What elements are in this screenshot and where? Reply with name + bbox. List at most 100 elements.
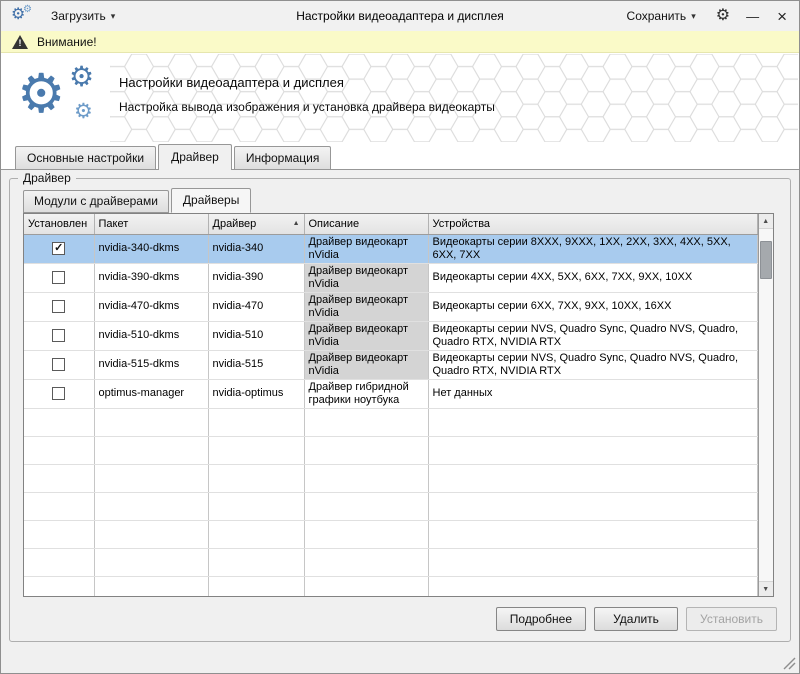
close-button[interactable]: × [775, 8, 789, 25]
devices-cell: Видеокарты серии NVS, Quadro Sync, Quadr… [428, 350, 757, 379]
column-header-devices[interactable]: Устройства [428, 214, 757, 234]
titlebar: ⚙ ⚙ Загрузить ▾ Настройки видеоадаптера … [1, 1, 799, 31]
gear-icon: ⚙ [23, 5, 32, 15]
tab-drivers[interactable]: Драйверы [171, 188, 251, 213]
description-cell: Драйвер видеокарт nVidia [304, 292, 428, 321]
driver-groupbox: Драйвер Модули с драйверами Драйверы Уст… [9, 178, 791, 642]
footer-buttons: Подробнее Удалить Установить [23, 607, 777, 631]
main-tabbar: Основные настройки Драйвер Информация [1, 143, 799, 169]
column-header-label: Устройства [433, 218, 491, 230]
driver-cell: nvidia-515 [208, 350, 304, 379]
package-cell: nvidia-510-dkms [94, 321, 208, 350]
minimize-button[interactable]: — [744, 10, 761, 23]
window-title: Настройки видеоадаптера и дисплея [121, 9, 679, 23]
table-empty-row [24, 520, 757, 548]
devices-cell: Нет данных [428, 379, 757, 408]
driver-cell: nvidia-510 [208, 321, 304, 350]
installed-checkbox[interactable] [52, 300, 65, 313]
column-header-label: Установлен [28, 218, 87, 230]
drivers-table-frame: Установлен Пакет Драйвер ▲ Описание Устро… [23, 213, 774, 597]
remove-button[interactable]: Удалить [594, 607, 678, 631]
column-header-label: Описание [309, 218, 360, 230]
status-bar [1, 649, 799, 673]
titlebar-right-controls: Сохранить ▾ ⚙ — × [621, 6, 789, 26]
installed-checkbox[interactable] [52, 358, 65, 371]
tab-driver-modules[interactable]: Модули с драйверами [23, 190, 169, 213]
scrollbar-track[interactable] [759, 229, 774, 581]
vertical-scrollbar[interactable]: ▲ ▼ [758, 214, 774, 596]
scroll-down-button[interactable]: ▼ [759, 581, 774, 596]
gear-icon: ⚙ [17, 67, 65, 121]
sort-ascending-icon: ▲ [293, 220, 300, 227]
table-empty-row [24, 436, 757, 464]
warning-triangle-icon: ! [12, 35, 28, 49]
column-header-driver[interactable]: Драйвер ▲ [208, 214, 304, 234]
tab-information[interactable]: Информация [234, 146, 331, 169]
table-row[interactable]: nvidia-470-dkms nvidia-470 Драйвер видео… [24, 292, 757, 321]
package-cell: nvidia-470-dkms [94, 292, 208, 321]
package-cell: nvidia-515-dkms [94, 350, 208, 379]
column-header-label: Пакет [99, 218, 129, 230]
page-title: Настройки видеоадаптера и дисплея [119, 75, 495, 90]
devices-cell: Видеокарты серии 6XX, 7XX, 9XX, 10XX, 16… [428, 292, 757, 321]
devices-cell: Видеокарты серии 8XXX, 9XXX, 1XX, 2XX, 3… [428, 234, 757, 263]
table-row[interactable]: nvidia-390-dkms nvidia-390 Драйвер видео… [24, 263, 757, 292]
description-cell: Драйвер видеокарт nVidia [304, 263, 428, 292]
column-header-description[interactable]: Описание [304, 214, 428, 234]
inner-tabbar: Модули с драйверами Драйверы [23, 189, 777, 213]
description-cell: Драйвер видеокарт nVidia [304, 234, 428, 263]
gear-icon: ⚙ [74, 101, 93, 122]
installed-checkbox[interactable] [52, 329, 65, 342]
description-cell: Драйвер гибридной графики ноутбука [304, 379, 428, 408]
table-row[interactable]: nvidia-510-dkms nvidia-510 Драйвер видео… [24, 321, 757, 350]
details-button[interactable]: Подробнее [496, 607, 586, 631]
warning-banner: ! Внимание! [1, 31, 799, 53]
table-empty-row [24, 548, 757, 576]
tab-driver[interactable]: Драйвер [158, 144, 232, 170]
load-button[interactable]: Загрузить ▾ [45, 6, 121, 26]
installed-checkbox[interactable] [52, 271, 65, 284]
gear-icon: ⚙ [69, 63, 94, 91]
table-empty-row [24, 408, 757, 436]
column-header-installed[interactable]: Установлен [24, 214, 94, 234]
page-subtitle: Настройка вывода изображения и установка… [119, 100, 495, 114]
installed-checkbox[interactable] [52, 387, 65, 400]
table-row[interactable]: nvidia-515-dkms nvidia-515 Драйвер видео… [24, 350, 757, 379]
table-header-row: Установлен Пакет Драйвер ▲ Описание Устро… [24, 214, 757, 234]
driver-cell: nvidia-optimus [208, 379, 304, 408]
table-empty-row [24, 576, 757, 597]
tab-general-settings[interactable]: Основные настройки [15, 146, 156, 169]
resize-grip[interactable] [783, 657, 796, 670]
chevron-down-icon: ▾ [691, 11, 696, 22]
app-gears-icon: ⚙ ⚙ [11, 5, 35, 27]
table-row[interactable]: ✓ nvidia-340-dkms nvidia-340 Драйвер вид… [24, 234, 757, 263]
column-header-package[interactable]: Пакет [94, 214, 208, 234]
driver-cell: nvidia-340 [208, 234, 304, 263]
description-cell: Драйвер видеокарт nVidia [304, 321, 428, 350]
exclamation-mark: ! [18, 38, 22, 49]
install-button: Установить [686, 607, 777, 631]
devices-cell: Видеокарты серии 4XX, 5XX, 6XX, 7XX, 9XX… [428, 263, 757, 292]
package-cell: optimus-manager [94, 379, 208, 408]
package-cell: nvidia-390-dkms [94, 263, 208, 292]
table-row[interactable]: optimus-manager nvidia-optimus Драйвер г… [24, 379, 757, 408]
save-button[interactable]: Сохранить ▾ [621, 6, 702, 26]
scroll-up-button[interactable]: ▲ [759, 214, 774, 229]
installed-checkbox[interactable]: ✓ [52, 242, 65, 255]
app-window: ⚙ ⚙ Загрузить ▾ Настройки видеоадаптера … [0, 0, 800, 674]
description-cell: Драйвер видеокарт nVidia [304, 350, 428, 379]
drivers-table: Установлен Пакет Драйвер ▲ Описание Устро… [24, 214, 758, 597]
driver-cell: nvidia-470 [208, 292, 304, 321]
save-button-label: Сохранить [627, 9, 687, 23]
table-empty-row [24, 492, 757, 520]
warning-label: Внимание! [37, 35, 97, 49]
chevron-down-icon: ▾ [111, 11, 116, 22]
driver-tab-panel: Драйвер Модули с драйверами Драйверы Уст… [1, 169, 799, 649]
package-cell: nvidia-340-dkms [94, 234, 208, 263]
settings-gear-icon[interactable]: ⚙ [716, 8, 730, 24]
load-button-label: Загрузить [51, 9, 106, 23]
header-banner: ⚙ ⚙ ⚙ Настройки видеоадаптера и дисплея … [1, 53, 799, 143]
gears-logo-icon: ⚙ ⚙ ⚙ [17, 63, 113, 135]
scrollbar-thumb[interactable] [760, 241, 773, 279]
column-header-label: Драйвер [213, 218, 257, 230]
